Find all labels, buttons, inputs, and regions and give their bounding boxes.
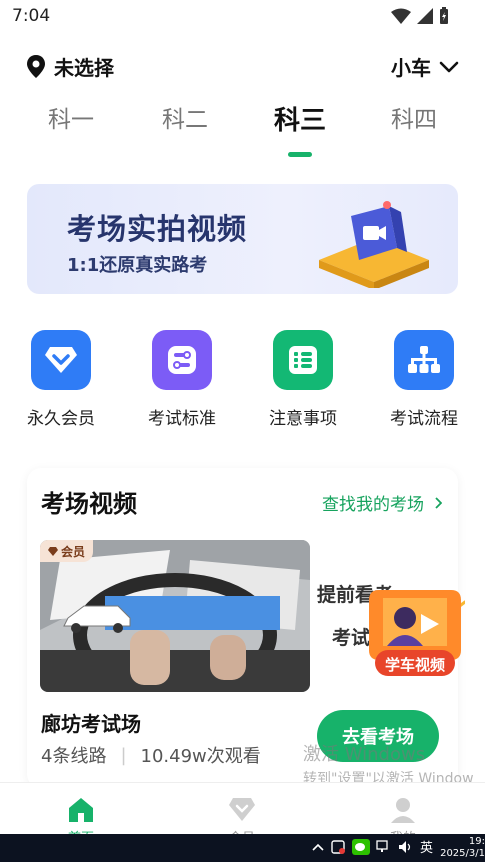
banner-title: 考场实拍视频 [67,212,248,246]
view-count: 10.49w次观看 [140,746,261,767]
vehicle-selector[interactable]: 小车 [391,52,459,81]
location-pin-icon [27,54,45,78]
user-icon [391,798,415,823]
diamond-heart-icon [31,330,91,390]
member-badge-label: 会员 [61,544,86,559]
top-row: 未选择 小车 [0,50,485,84]
learn-driving-video-label: 学车视频 [384,656,445,674]
member-badge: 会员 [40,540,94,562]
network-icon[interactable] [376,839,392,854]
checklist-icon [273,330,333,390]
location-label: 未选择 [54,56,114,80]
diamond-icon [48,546,58,556]
banner-subtitle: 1:1还原真实路考 [67,255,208,276]
video-thumbnail[interactable]: 会员 [40,540,310,692]
taskbar-date: 2025/3/1 [440,848,485,859]
promo-banner[interactable]: 考场实拍视频 1:1还原真实路考 [27,184,458,294]
shortcut-label: 考试标准 [148,409,216,429]
shortcut-exam-standard[interactable]: 考试标准 [132,330,232,429]
shortcut-exam-process[interactable]: 考试流程 [374,330,474,429]
car-interior-image [40,540,310,692]
location-selector[interactable]: 未选择 [26,52,114,81]
ime-indicator[interactable]: 英 [420,837,433,856]
wechat-icon[interactable] [351,838,370,855]
tab-subject-4[interactable]: 科四 [364,100,464,134]
status-time: 7:04 [12,6,51,26]
status-icons [391,7,449,25]
list-toggle-icon [152,330,212,390]
host-taskbar: 英 19: 2025/3/1 [0,834,485,862]
tab-subject-1[interactable]: 科一 [21,100,121,134]
taskbar-clock[interactable]: 19: 2025/3/1 [440,836,485,860]
learn-driving-video-float[interactable]: 学车视频 [365,580,467,688]
taskbar-time: 19: [468,836,485,847]
vehicle-label: 小车 [391,56,431,80]
shortcut-notes[interactable]: 注意事项 [253,330,353,429]
venue-name: 廊坊考试场 [41,712,141,736]
home-icon [69,798,93,822]
active-tab-indicator [288,152,312,157]
shortcut-grid: 永久会员 考试标准 注意事项 考试流程 [0,330,485,430]
chevron-up-icon[interactable] [312,842,324,852]
bottom-nav: 首页 会员 我的 [0,782,485,846]
tab-subject-3[interactable]: 科三 [250,100,350,137]
activation-watermark: 激活 Windows 转到"设置"以激活 Window [303,740,474,788]
wifi-icon [391,8,411,24]
tab-subject-2[interactable]: 科二 [135,100,235,134]
watermark-line-1: 激活 Windows [303,744,426,765]
battery-icon [440,7,448,24]
subject-tabs: 科一 科二 科三 科四 [0,100,485,160]
card-title: 考场视频 [41,490,137,518]
tray-app-icon[interactable] [330,839,346,855]
shortcut-label: 考试流程 [390,409,458,429]
route-count: 4条线路 [41,746,107,767]
chevron-down-icon [439,61,459,72]
volume-icon[interactable] [398,840,414,854]
video-box-illustration [319,201,429,288]
meta-divider: | [120,744,127,766]
diamond-icon [229,798,255,821]
signal-icon [417,8,433,24]
shortcut-lifetime-member[interactable]: 永久会员 [11,330,111,429]
status-bar: 7:04 [0,0,485,34]
find-my-venue-label: 查找我的考场 [322,495,424,515]
flowchart-icon [394,330,454,390]
find-my-venue-link[interactable]: 查找我的考场 [322,490,442,515]
venue-meta: 4条线路 | 10.49w次观看 [41,742,261,768]
tray-icons: 英 [312,837,433,856]
chevron-right-icon [435,496,442,509]
shortcut-label: 永久会员 [27,409,95,429]
shortcut-label: 注意事项 [269,409,337,429]
